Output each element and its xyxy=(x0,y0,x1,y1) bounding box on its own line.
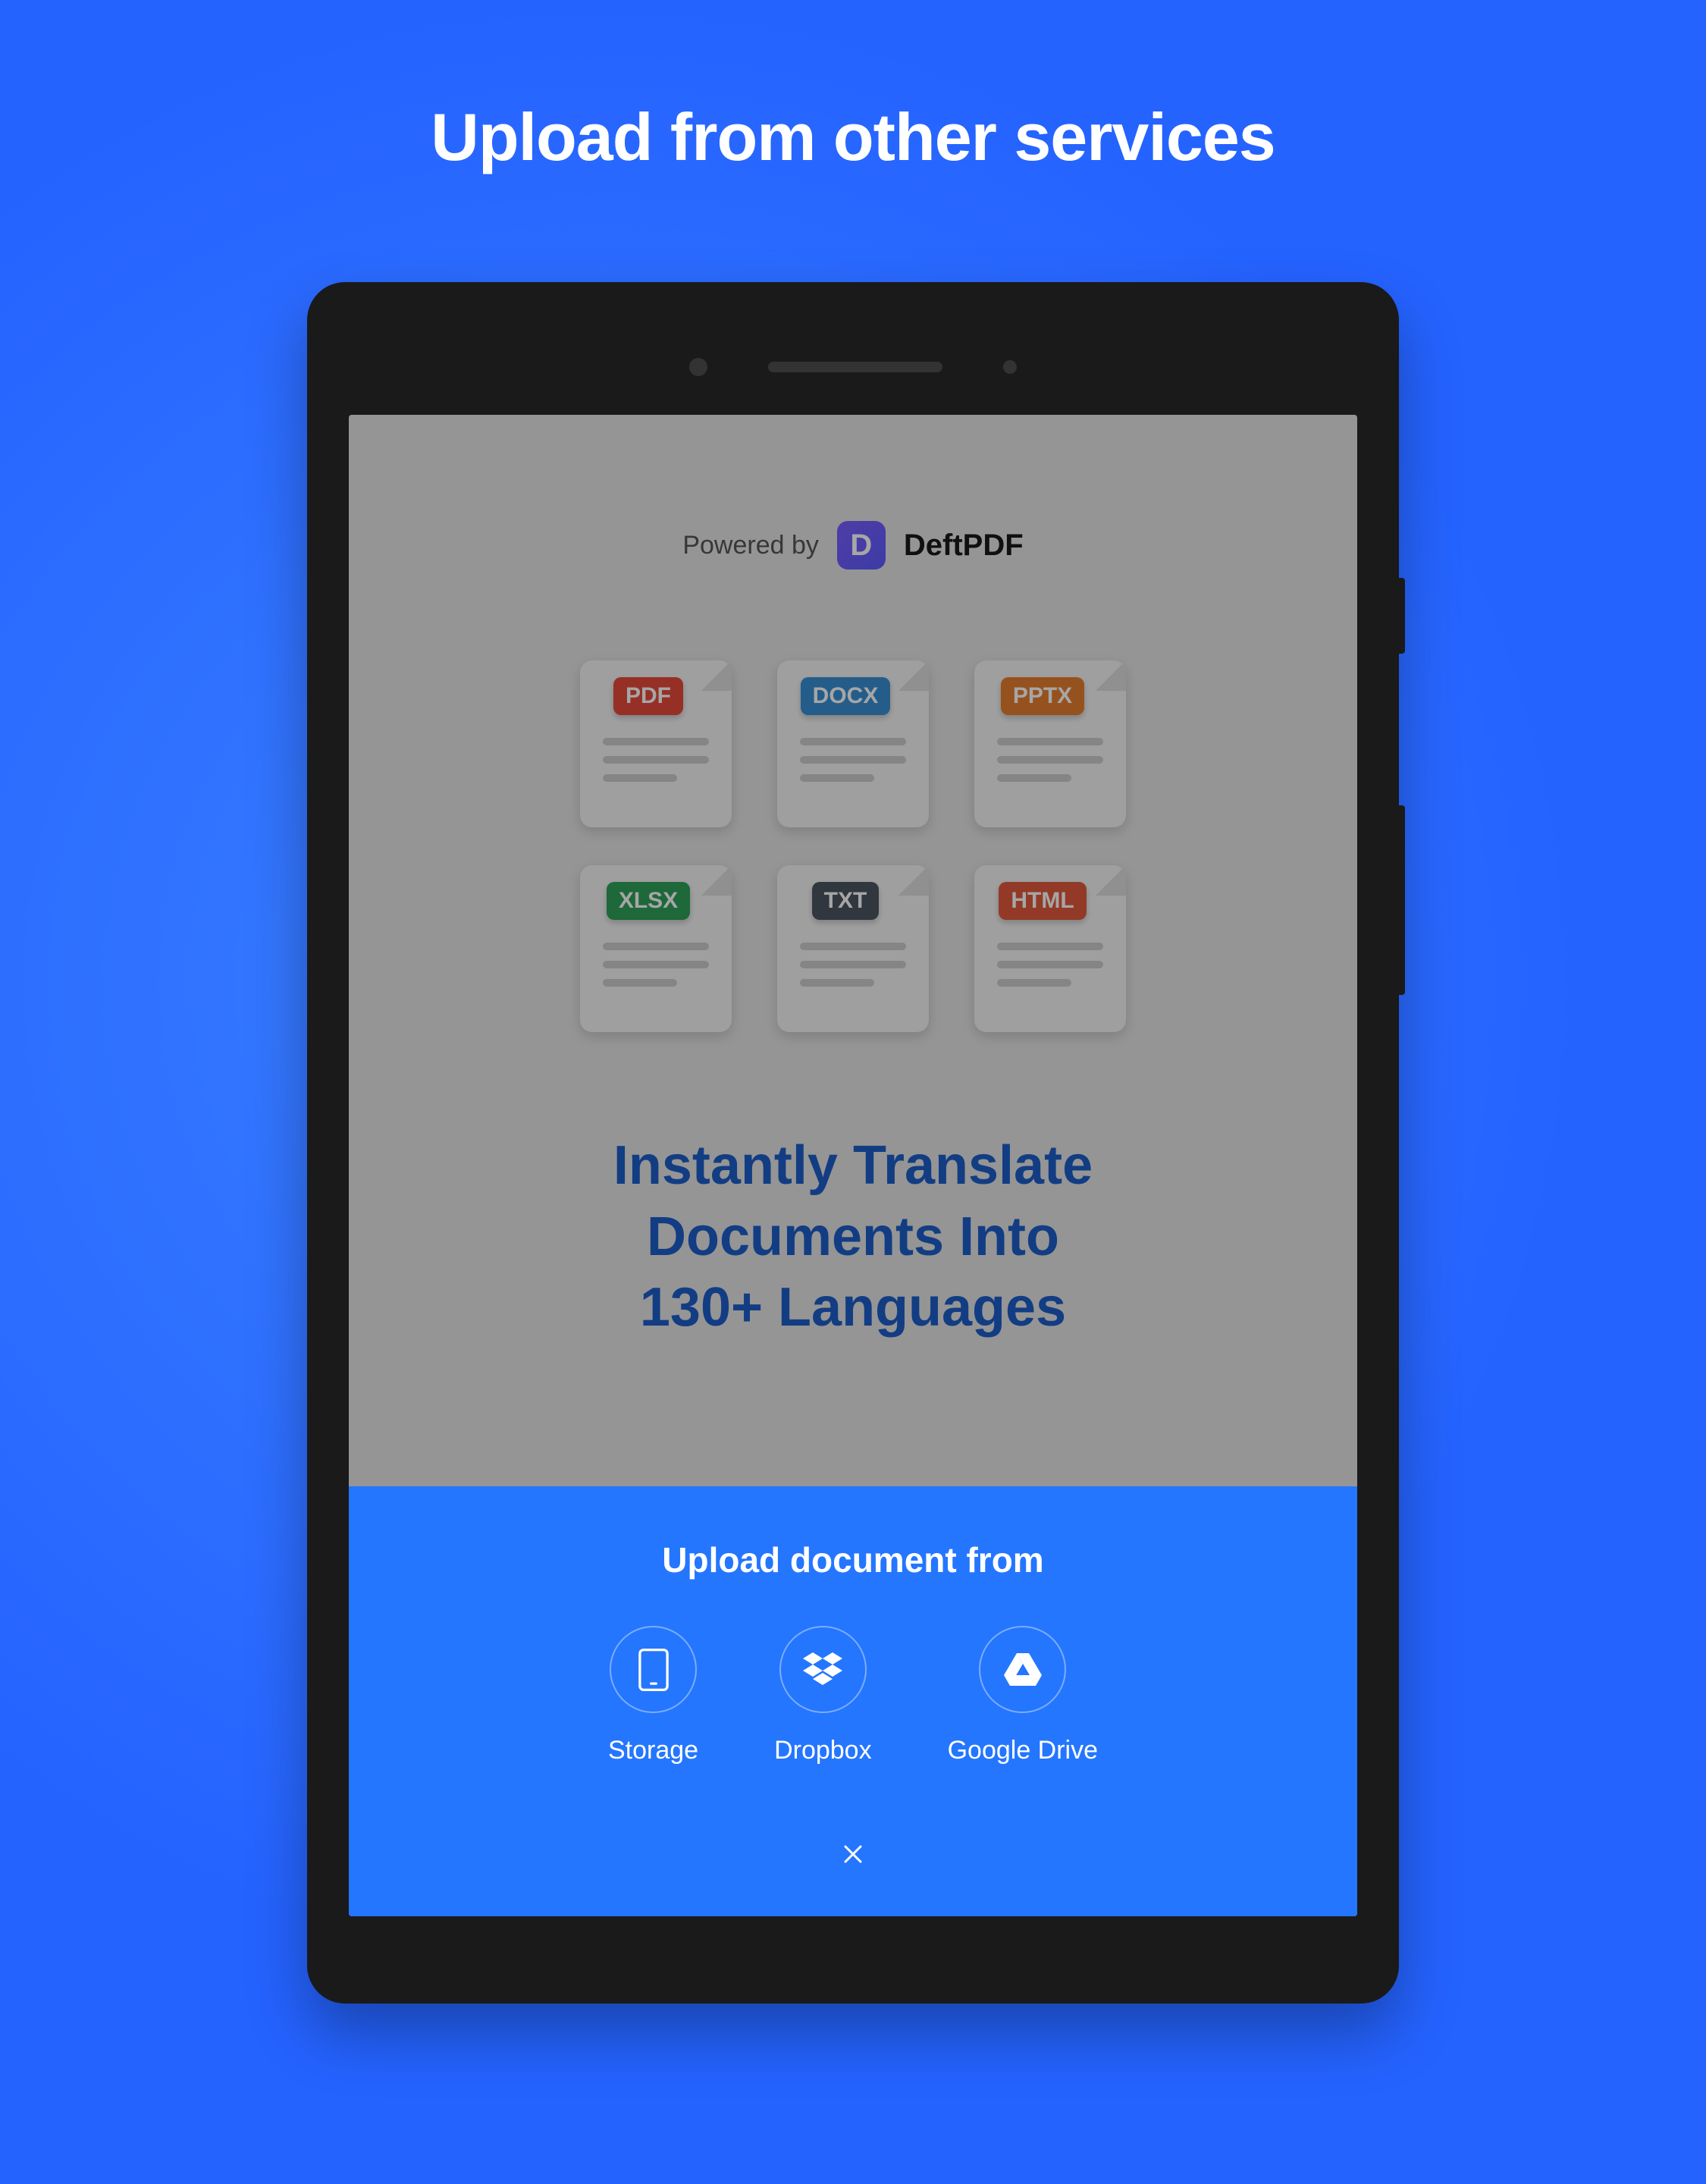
storage-icon xyxy=(610,1626,697,1713)
file-type-html: HTML xyxy=(974,865,1126,1032)
sheet-title: Upload document from xyxy=(379,1539,1327,1580)
google-drive-icon xyxy=(979,1626,1066,1713)
close-icon xyxy=(842,1844,864,1865)
file-type-pptx: PPTX xyxy=(974,661,1126,827)
camera-icon xyxy=(689,358,707,376)
source-label: Storage xyxy=(608,1736,698,1765)
hero-line-2: Documents Into xyxy=(349,1202,1357,1273)
source-label: Google Drive xyxy=(948,1736,1098,1765)
tablet-bezel xyxy=(689,358,1017,376)
speaker-icon xyxy=(768,362,942,372)
tablet-side-button xyxy=(1399,578,1405,654)
app-content: Powered by D DeftPDF PDF DOCX xyxy=(349,415,1357,1916)
upload-sources-row: Storage Dropbox Google Drive xyxy=(379,1626,1327,1765)
hero-text: Instantly Translate Documents Into 130+ … xyxy=(349,1131,1357,1344)
hero-line-1: Instantly Translate xyxy=(349,1131,1357,1202)
file-badge-pdf: PDF xyxy=(613,677,683,715)
close-button[interactable] xyxy=(836,1837,870,1871)
file-type-xlsx: XLSX xyxy=(580,865,732,1032)
file-type-grid: PDF DOCX PPTX XLSX xyxy=(349,661,1357,1032)
file-badge-pptx: PPTX xyxy=(1001,677,1084,715)
powered-by-row: Powered by D DeftPDF xyxy=(349,521,1357,570)
tablet-frame: Powered by D DeftPDF PDF DOCX xyxy=(307,282,1399,2004)
powered-by-label: Powered by xyxy=(682,531,819,560)
hero-line-3: 130+ Languages xyxy=(349,1272,1357,1344)
page-title: Upload from other services xyxy=(431,99,1275,176)
brand-logo-icon: D xyxy=(837,521,886,570)
file-type-txt: TXT xyxy=(777,865,929,1032)
tablet-volume-button xyxy=(1399,805,1405,995)
brand-name: DeftPDF xyxy=(904,529,1024,563)
file-type-pdf: PDF xyxy=(580,661,732,827)
file-type-docx: DOCX xyxy=(777,661,929,827)
file-badge-xlsx: XLSX xyxy=(607,882,690,920)
file-badge-docx: DOCX xyxy=(801,677,891,715)
upload-source-google-drive[interactable]: Google Drive xyxy=(948,1626,1098,1765)
file-badge-html: HTML xyxy=(999,882,1086,920)
main-area: Powered by D DeftPDF PDF DOCX xyxy=(349,415,1357,1344)
upload-source-storage[interactable]: Storage xyxy=(608,1626,698,1765)
upload-bottom-sheet: Upload document from Storage Dropbox xyxy=(349,1486,1357,1916)
sensor-icon xyxy=(1003,360,1017,374)
file-badge-txt: TXT xyxy=(812,882,880,920)
dropbox-icon xyxy=(779,1626,867,1713)
source-label: Dropbox xyxy=(774,1736,872,1765)
tablet-screen: Powered by D DeftPDF PDF DOCX xyxy=(349,415,1357,1916)
upload-source-dropbox[interactable]: Dropbox xyxy=(774,1626,872,1765)
